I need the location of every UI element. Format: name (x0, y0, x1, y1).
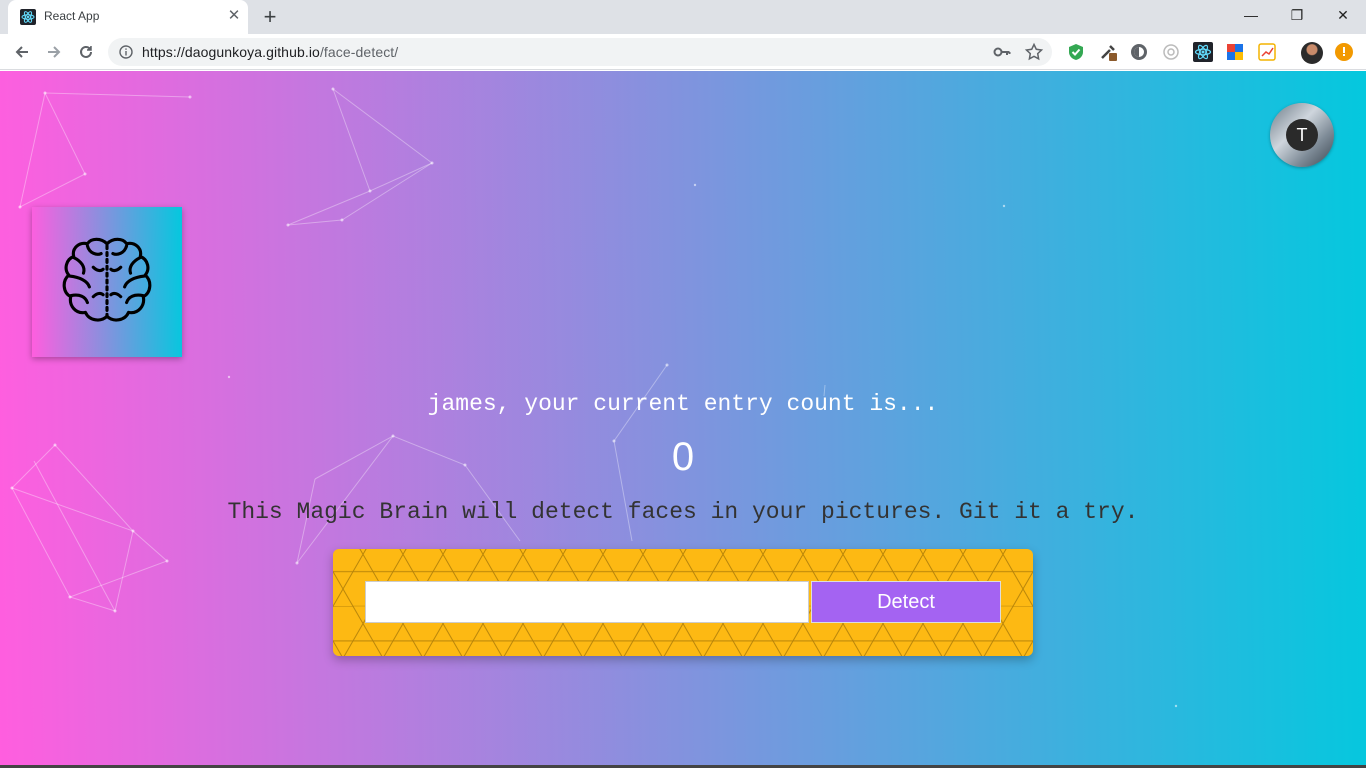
brain-icon (62, 237, 152, 322)
detect-button[interactable]: Detect (811, 581, 1001, 623)
image-link-form: Detect (333, 549, 1033, 656)
url-host: https://daogunkoya.github.io (142, 44, 320, 60)
tab-title: React App (44, 9, 100, 23)
update-alert-icon[interactable] (1335, 43, 1353, 61)
back-arrow-icon (15, 46, 28, 58)
eyedropper-icon[interactable] (1098, 42, 1118, 62)
reload-button[interactable] (72, 38, 100, 66)
particles-background (10, 87, 1178, 708)
tab-close-icon[interactable]: ✕ (224, 6, 244, 26)
entry-count: 0 (671, 435, 695, 479)
minimize-button[interactable]: — (1228, 0, 1274, 30)
profile-initial: T (1286, 119, 1318, 151)
close-window-button[interactable]: ✕ (1320, 0, 1366, 30)
back-button[interactable] (8, 38, 36, 66)
flag-extension-icon[interactable] (1225, 42, 1245, 62)
dark-mode-icon[interactable] (1129, 42, 1149, 62)
react-favicon-icon (20, 9, 36, 25)
entry-greeting: james, your current entry count is... (427, 391, 939, 417)
forward-button[interactable] (40, 38, 68, 66)
image-url-input[interactable] (365, 581, 809, 623)
new-tab-button[interactable]: + (258, 5, 282, 29)
react-devtools-icon[interactable] (1193, 42, 1213, 62)
forward-arrow-icon (48, 46, 61, 58)
address-bar[interactable]: https://daogunkoya.github.io/face-detect… (108, 38, 1052, 66)
browser-tabstrip: React App ✕ + — ❐ ✕ (0, 0, 1366, 34)
shield-icon[interactable] (1066, 42, 1086, 62)
timer-icon[interactable] (1161, 42, 1181, 62)
browser-profile-avatar[interactable] (1301, 42, 1323, 64)
info-icon[interactable] (119, 45, 133, 59)
app-page: T james, your current entry count is... … (0, 71, 1366, 768)
reload-icon (80, 45, 92, 58)
url-path: /face-detect/ (319, 44, 399, 60)
browser-toolbar: https://daogunkoya.github.io/face-detect… (0, 34, 1366, 70)
key-icon[interactable] (992, 42, 1012, 62)
brain-logo-card (32, 207, 182, 357)
page-tagline: This Magic Brain will detect faces in yo… (227, 499, 1139, 525)
restore-button[interactable]: ❐ (1274, 0, 1320, 30)
browser-tab[interactable]: React App ✕ (8, 0, 248, 34)
star-icon[interactable] (1024, 42, 1044, 62)
chart-extension-icon[interactable] (1257, 42, 1277, 62)
profile-avatar[interactable]: T (1270, 103, 1334, 167)
url-text: https://daogunkoya.github.io/face-detect… (142, 44, 398, 60)
